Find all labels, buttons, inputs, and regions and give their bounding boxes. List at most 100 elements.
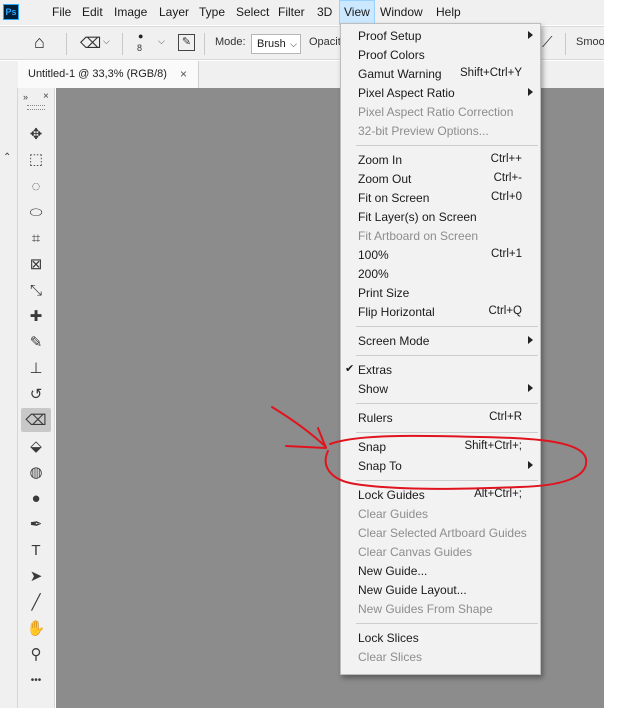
tool-eraser[interactable]: ⌫ (21, 408, 51, 432)
tool-quick-select[interactable]: ⬭ (21, 200, 51, 224)
chevron-down-icon[interactable]: ⌵ (103, 36, 110, 47)
menu-window[interactable]: Window (376, 0, 427, 25)
menu-image[interactable]: Image (110, 0, 151, 25)
menu-item-fit-on-screen[interactable]: Fit on Screen Ctrl+0 (341, 188, 540, 207)
menu-separator (356, 403, 538, 404)
menu-item-new-guides-from-shape: New Guides From Shape (341, 599, 540, 618)
menu-item-snap-to[interactable]: Snap To (341, 456, 540, 475)
menu-filter[interactable]: Filter (274, 0, 309, 25)
menu-item-gamut-warning[interactable]: Gamut Warning Shift+Ctrl+Y (341, 64, 540, 83)
menu-item-label: Snap To (358, 459, 402, 473)
tool-pen[interactable]: ✒ (21, 512, 51, 536)
tool-blur[interactable]: ◍ (21, 460, 51, 484)
menu-item-new-guide[interactable]: New Guide... (341, 561, 540, 580)
menu-item-label: Zoom In (358, 153, 403, 167)
tool-marquee[interactable]: ⬚ (21, 147, 51, 171)
tool-eyedropper[interactable]: ⤡ (21, 278, 51, 302)
brush-tip-icon[interactable]: ● (138, 31, 143, 41)
tool-path-select[interactable]: ➤ (21, 564, 51, 588)
brush-settings-icon[interactable]: ✎ (178, 34, 195, 51)
menu-item-fit-artboard-on-screen: Fit Artboard on Screen (341, 226, 540, 245)
menu-item-label: Proof Setup (358, 29, 422, 43)
menu-item-label: 32-bit Preview Options... (358, 124, 489, 138)
tool-dodge[interactable]: ● (21, 486, 51, 510)
menu-item-flip-horizontal[interactable]: Flip Horizontal Ctrl+Q (341, 302, 540, 321)
tool-stamp[interactable]: ⊥ (21, 356, 51, 380)
expand-panel-icon[interactable]: » (23, 92, 28, 102)
menu-separator (356, 145, 538, 146)
menu-item-proof-setup[interactable]: Proof Setup (341, 26, 540, 45)
menu-item-lock-guides[interactable]: Lock Guides Alt+Ctrl+; (341, 485, 540, 504)
chevron-up-icon[interactable]: ⌃ (3, 152, 11, 163)
menu-item-label: Rulers (358, 411, 393, 425)
tool-hand[interactable]: ✋ (21, 616, 51, 640)
menu-item-label: Fit Layer(s) on Screen (358, 210, 477, 224)
path-select-icon: ➤ (29, 568, 43, 585)
mode-select[interactable]: Brush ⌵ (251, 34, 301, 54)
airbrush-icon[interactable]: ⟋ (542, 34, 553, 51)
zoom-icon: ⚲ (30, 646, 42, 663)
tool-healing-brush[interactable]: ✚ (21, 304, 51, 328)
menu-item-rulers[interactable]: Rulers Ctrl+R (341, 408, 540, 427)
photoshop-logo[interactable]: Ps (3, 4, 19, 20)
menu-item-label: Pixel Aspect Ratio Correction (358, 105, 514, 119)
menu-item-shortcut: Ctrl+R (489, 411, 522, 423)
menu-view[interactable]: View (339, 0, 375, 25)
menu-item-proof-colors[interactable]: Proof Colors (341, 45, 540, 64)
tool-history-brush[interactable]: ↺ (21, 382, 51, 406)
close-icon[interactable]: × (43, 91, 49, 102)
menu-item-snap[interactable]: Snap Shift+Ctrl+; (341, 437, 540, 456)
menu-edit[interactable]: Edit (78, 0, 107, 25)
menu-select[interactable]: Select (232, 0, 273, 25)
menu-item-200[interactable]: 200% (341, 264, 540, 283)
menu-item-label: Clear Selected Artboard Guides (358, 526, 527, 540)
menu-item-zoom-in[interactable]: Zoom In Ctrl++ (341, 150, 540, 169)
submenu-arrow-icon (528, 31, 533, 39)
menu-item-label: New Guides From Shape (358, 602, 493, 616)
tool-paint-bucket[interactable]: ⬙ (21, 434, 51, 458)
panel-grip[interactable] (27, 105, 45, 110)
brush-icon: ✎ (29, 334, 43, 351)
home-icon[interactable]: ⌂ (34, 32, 45, 53)
menu-help[interactable]: Help (432, 0, 465, 25)
eyedropper-icon: ⤡ (29, 281, 42, 299)
menu-item-label: New Guide Layout... (358, 583, 467, 597)
menu-item-100[interactable]: 100% Ctrl+1 (341, 245, 540, 264)
menu-file[interactable]: File (48, 0, 75, 25)
menu-3d[interactable]: 3D (313, 0, 336, 25)
collapsed-panel-strip: ⌃ (0, 88, 18, 708)
menu-separator (356, 355, 538, 356)
eraser-preset-icon[interactable]: ⌫ (80, 34, 101, 52)
tool-frame[interactable]: ⊠ (21, 252, 51, 276)
menu-item-zoom-out[interactable]: Zoom Out Ctrl+- (341, 169, 540, 188)
tool-lasso[interactable]: ◌ (21, 174, 51, 198)
document-tab[interactable]: Untitled-1 @ 33,3% (RGB/8) × (18, 61, 199, 88)
tool-crop[interactable]: ⌗ (21, 226, 51, 250)
tool-move[interactable]: ✥ (21, 122, 51, 146)
tool-zoom[interactable]: ⚲ (21, 642, 51, 666)
chevron-down-icon[interactable]: ⌵ (158, 36, 165, 47)
menu-item-lock-slices[interactable]: Lock Slices (341, 628, 540, 647)
menu-item-screen-mode[interactable]: Screen Mode (341, 331, 540, 350)
stamp-icon: ⊥ (29, 360, 43, 377)
menu-item-pixel-aspect-ratio-correction: Pixel Aspect Ratio Correction (341, 102, 540, 121)
menu-type[interactable]: Type (195, 0, 229, 25)
pen-icon: ✒ (29, 516, 43, 533)
menu-item-label: New Guide... (358, 564, 428, 578)
menu-layer[interactable]: Layer (155, 0, 193, 25)
mode-label: Mode: (215, 36, 246, 48)
tool-line[interactable]: ╱ (21, 590, 51, 614)
menu-item-pixel-aspect-ratio[interactable]: Pixel Aspect Ratio (341, 83, 540, 102)
tool-more-tools[interactable]: ••• (21, 668, 51, 692)
menu-separator (356, 432, 538, 433)
tool-type[interactable]: T (21, 538, 51, 562)
healing-brush-icon: ✚ (29, 308, 43, 325)
menu-item-extras[interactable]: ✔ Extras (341, 360, 540, 379)
menu-item-shortcut: Ctrl+1 (491, 248, 522, 260)
menu-item-show[interactable]: Show (341, 379, 540, 398)
menu-item-print-size[interactable]: Print Size (341, 283, 540, 302)
menu-item-fit-layer-s-on-screen[interactable]: Fit Layer(s) on Screen (341, 207, 540, 226)
menu-item-new-guide-layout[interactable]: New Guide Layout... (341, 580, 540, 599)
close-icon[interactable]: × (180, 67, 187, 81)
tool-brush[interactable]: ✎ (21, 330, 51, 354)
